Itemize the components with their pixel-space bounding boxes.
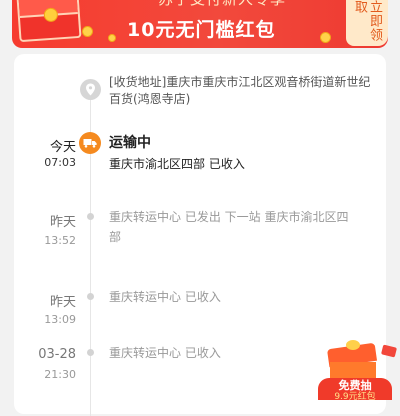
event-day: 昨天 (49, 215, 76, 230)
location-pin-icon (80, 79, 101, 100)
truck-icon (79, 132, 101, 154)
coin-icon (320, 32, 331, 43)
promo-banner[interactable]: 苏宁支付新人专享 10元无门槛红包 立即领取 (12, 0, 388, 48)
delivery-address: [收货地址]重庆市重庆市江北区观音桥街道新世纪百货(鸿恩寺店) (109, 75, 371, 106)
free-draw-widget[interactable]: 免费抽 9.9元红包 (318, 340, 392, 402)
event-time: 13:52 (44, 234, 76, 247)
coin-icon (108, 34, 116, 42)
status-description: 重庆市渝北区四部 已收入 (109, 157, 245, 171)
event-time: 21:30 (44, 368, 76, 381)
gift-bow-icon (346, 340, 360, 350)
red-envelope-icon (16, 0, 82, 43)
timeline-dot (87, 293, 94, 300)
timeline-dot (87, 213, 94, 220)
timeline-dot (87, 349, 94, 356)
status-title: 运输中 (109, 135, 151, 151)
free-draw-sublabel: 9.9元红包 (334, 392, 376, 402)
event-day: 昨天 (49, 295, 76, 310)
event-text: 重庆转运中心 已发出 下一站 重庆市渝北区四部 (109, 210, 349, 244)
banner-subtitle: 苏宁支付新人专享 (158, 0, 286, 9)
event-time: 13:09 (44, 313, 76, 326)
claim-button-label: 立即领取 (352, 0, 382, 42)
coin-icon (82, 26, 93, 37)
event-text: 重庆转运中心 已收入 (109, 290, 221, 304)
claim-button[interactable]: 立即领取 (346, 0, 388, 46)
banner-title: 10元无门槛红包 (127, 19, 276, 41)
event-day: 今天 (49, 140, 76, 155)
event-time: 07:03 (44, 156, 76, 169)
event-day: 03-28 (38, 347, 76, 362)
